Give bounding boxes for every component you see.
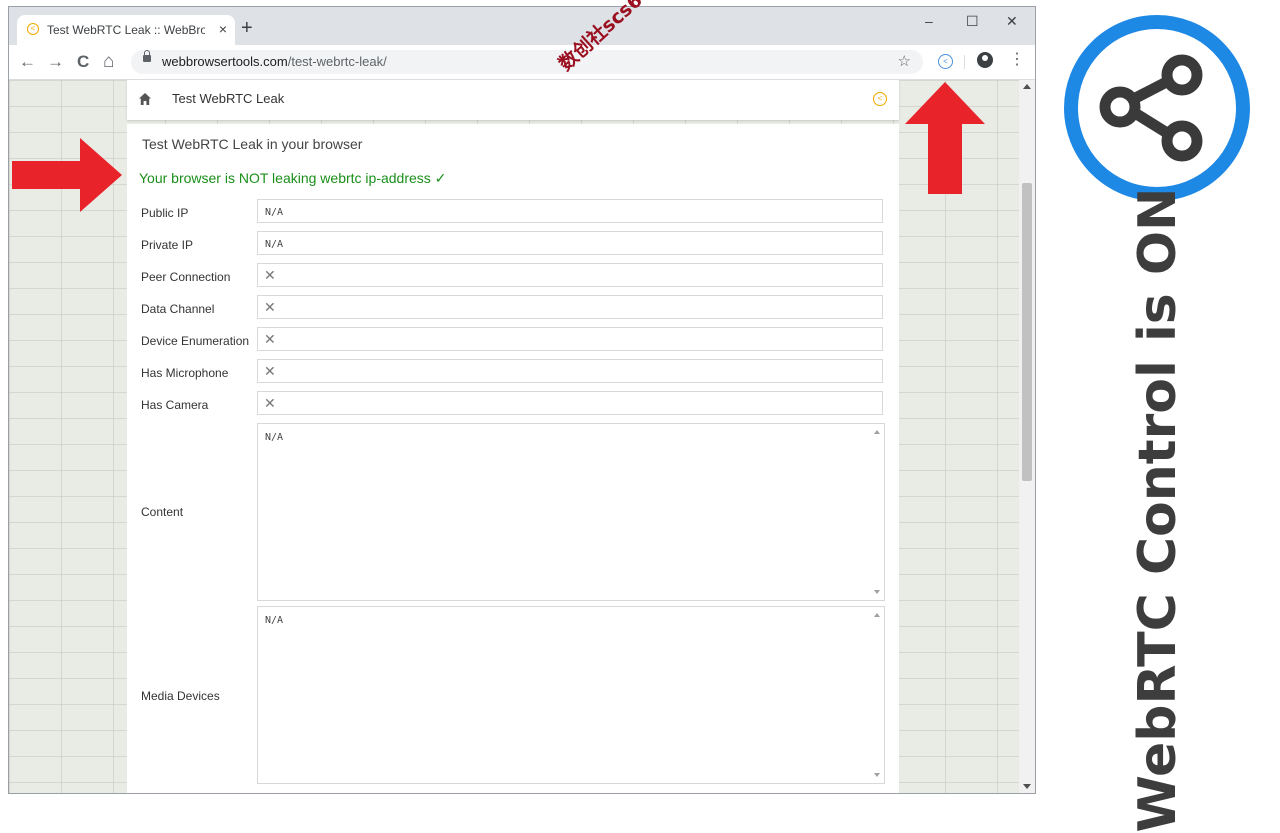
minimize-icon[interactable]: – xyxy=(925,13,933,29)
textarea-scroll-down-icon[interactable] xyxy=(874,773,880,777)
browser-tab[interactable]: < Test WebRTC Leak :: WebBrowser × xyxy=(17,15,235,45)
has-microphone-field[interactable]: ✕ xyxy=(257,359,883,383)
has-camera-label: Has Camera xyxy=(141,398,209,412)
private-ip-label: Private IP xyxy=(141,238,194,252)
status-message: Your browser is NOT leaking webrtc ip-ad… xyxy=(139,170,447,186)
content-label: Content xyxy=(141,505,184,519)
menu-dots-icon[interactable]: ⋮ xyxy=(1009,51,1025,69)
peer-connection-label: Peer Connection xyxy=(141,270,231,284)
textarea-scroll-up-icon[interactable] xyxy=(874,430,880,434)
device-enumeration-label: Device Enumeration xyxy=(141,334,250,348)
public-ip-label: Public IP xyxy=(141,206,189,220)
home-nav-icon[interactable] xyxy=(138,92,152,106)
tab-close-icon[interactable]: × xyxy=(219,21,227,37)
peer-connection-field[interactable]: ✕ xyxy=(257,263,883,287)
scroll-up-icon[interactable] xyxy=(1023,84,1031,89)
share-badge-icon xyxy=(1064,15,1250,201)
page-header: Test WebRTC Leak < xyxy=(127,80,899,120)
header-webrtc-icon[interactable]: < xyxy=(873,92,887,106)
header-title: Test WebRTC Leak xyxy=(172,91,285,106)
content-value: N/A xyxy=(265,432,284,443)
page-viewport: Test WebRTC Leak < Test WebRTC Leak in y… xyxy=(9,80,1019,793)
new-tab-icon[interactable]: + xyxy=(241,18,253,38)
webrtc-extension-icon[interactable]: < xyxy=(938,54,953,69)
back-arrow-icon[interactable]: ← xyxy=(19,52,36,72)
red-arrow-right-icon xyxy=(12,138,122,212)
webrtc-favicon-icon: < xyxy=(27,23,39,35)
toolbar-separator xyxy=(964,55,965,69)
scroll-down-icon[interactable] xyxy=(1023,784,1031,789)
url-domain: webbrowsertools.com xyxy=(162,54,288,69)
url-path: /test-webrtc-leak/ xyxy=(287,54,387,69)
page-scrollbar[interactable] xyxy=(1019,80,1035,793)
red-arrow-up-icon xyxy=(905,82,985,194)
reload-icon[interactable]: C xyxy=(77,52,89,72)
data-channel-label: Data Channel xyxy=(141,302,215,316)
content-title: Test WebRTC Leak in your browser xyxy=(142,136,363,152)
tab-strip: < Test WebRTC Leak :: WebBrowser × + – ☐… xyxy=(9,7,1035,45)
content-card: Test WebRTC Leak in your browser Your br… xyxy=(127,124,899,793)
textarea-scroll-down-icon[interactable] xyxy=(874,590,880,594)
content-textarea[interactable]: N/A xyxy=(257,423,885,601)
data-channel-field[interactable]: ✕ xyxy=(257,295,883,319)
home-icon[interactable]: ⌂ xyxy=(103,52,114,72)
lock-icon xyxy=(143,50,151,62)
webrtc-control-caption: WebRTC Control is ON xyxy=(1128,187,1188,833)
scroll-thumb[interactable] xyxy=(1022,183,1032,481)
address-bar[interactable]: webbrowsertools.com/test-webrtc-leak/ ☆ xyxy=(131,50,923,74)
browser-toolbar: ← → C ⌂ webbrowsertools.com/test-webrtc-… xyxy=(9,45,1035,80)
private-ip-field[interactable]: N/A xyxy=(257,231,883,255)
forward-arrow-icon[interactable]: → xyxy=(47,52,64,72)
close-window-icon[interactable]: ✕ xyxy=(1006,13,1018,30)
profile-avatar-icon[interactable] xyxy=(977,52,993,68)
public-ip-field[interactable]: N/A xyxy=(257,199,883,223)
tab-title: Test WebRTC Leak :: WebBrowser xyxy=(47,23,205,37)
device-enumeration-field[interactable]: ✕ xyxy=(257,327,883,351)
browser-window: < Test WebRTC Leak :: WebBrowser × + – ☐… xyxy=(8,6,1036,794)
media-devices-value: N/A xyxy=(265,615,284,626)
bookmark-star-icon[interactable]: ☆ xyxy=(898,52,911,70)
media-devices-textarea[interactable]: N/A xyxy=(257,606,885,784)
has-camera-field[interactable]: ✕ xyxy=(257,391,883,415)
maximize-icon[interactable]: ☐ xyxy=(966,13,979,30)
textarea-scroll-up-icon[interactable] xyxy=(874,613,880,617)
has-microphone-label: Has Microphone xyxy=(141,366,229,380)
media-devices-label: Media Devices xyxy=(141,689,220,703)
url-text: webbrowsertools.com/test-webrtc-leak/ xyxy=(162,54,387,69)
